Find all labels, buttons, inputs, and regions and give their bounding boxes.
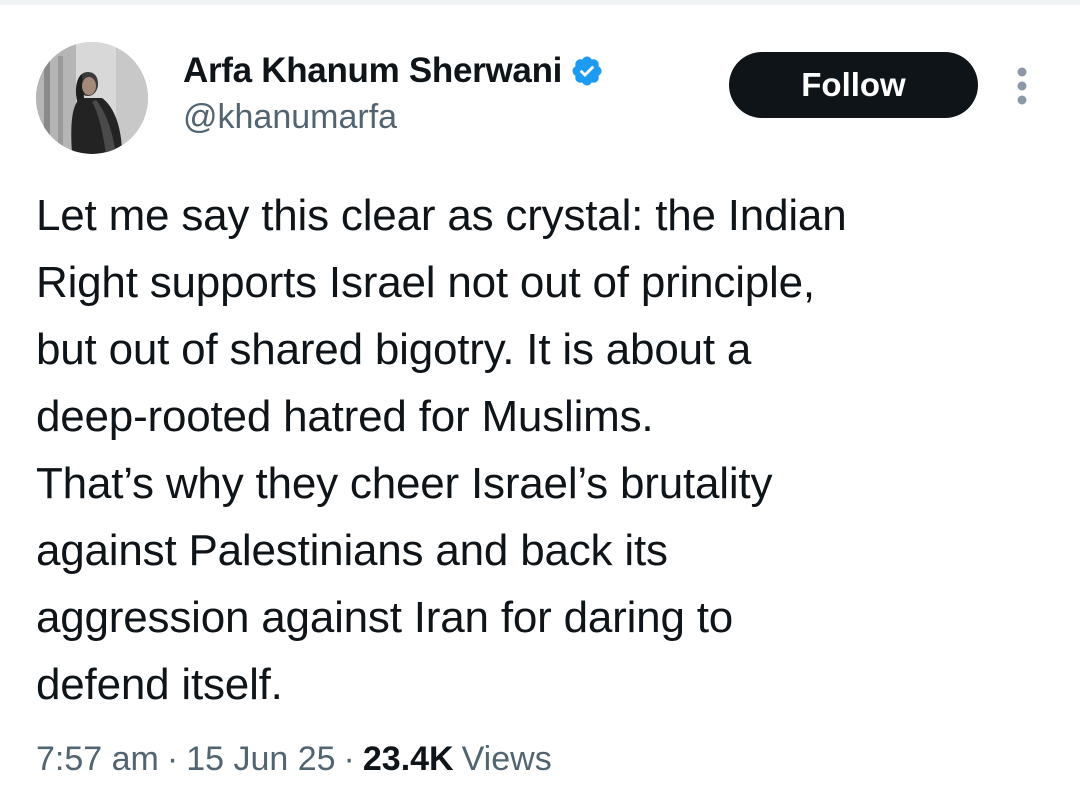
meta-separator: ·: [166, 739, 179, 778]
more-vertical-icon[interactable]: [1010, 64, 1034, 108]
author-name-row[interactable]: Arfa Khanum Sherwani: [183, 50, 604, 92]
verified-badge-icon: [570, 54, 604, 88]
tweet-text-line: aggression against Iran for daring to: [36, 593, 734, 642]
tweet-text-line: deep-rooted hatred for Muslims.: [36, 392, 654, 441]
top-divider: [0, 0, 1080, 5]
tweet-text-line: That’s why they cheer Israel’s brutality: [36, 459, 773, 508]
tweet-time[interactable]: 7:57 am: [36, 740, 159, 779]
avatar[interactable]: [36, 42, 148, 154]
tweet-text-line: Let me say this clear as crystal: the In…: [36, 191, 847, 240]
tweet-text: Let me say this clear as crystal: the In…: [36, 182, 1046, 718]
views-count[interactable]: 23.4K: [363, 740, 454, 779]
tweet-text-line: defend itself.: [36, 660, 283, 709]
avatar-photo: [36, 42, 148, 154]
meta-separator: ·: [343, 739, 355, 778]
tweet-text-line: against Palestinians and back its: [36, 526, 668, 575]
tweet-text-line: but out of shared bigotry. It is about a: [36, 325, 752, 374]
author-display-name[interactable]: Arfa Khanum Sherwani: [183, 51, 562, 91]
views-label: Views: [461, 739, 552, 778]
follow-button[interactable]: Follow: [729, 52, 978, 118]
author-handle[interactable]: @khanumarfa: [183, 98, 397, 137]
tweet-date[interactable]: 15 Jun 25: [186, 740, 335, 779]
tweet-text-line: Right supports Israel not out of princip…: [36, 258, 815, 307]
tweet-meta: 7:57 am · 15 Jun 25 · 23.4K Views: [36, 734, 552, 784]
